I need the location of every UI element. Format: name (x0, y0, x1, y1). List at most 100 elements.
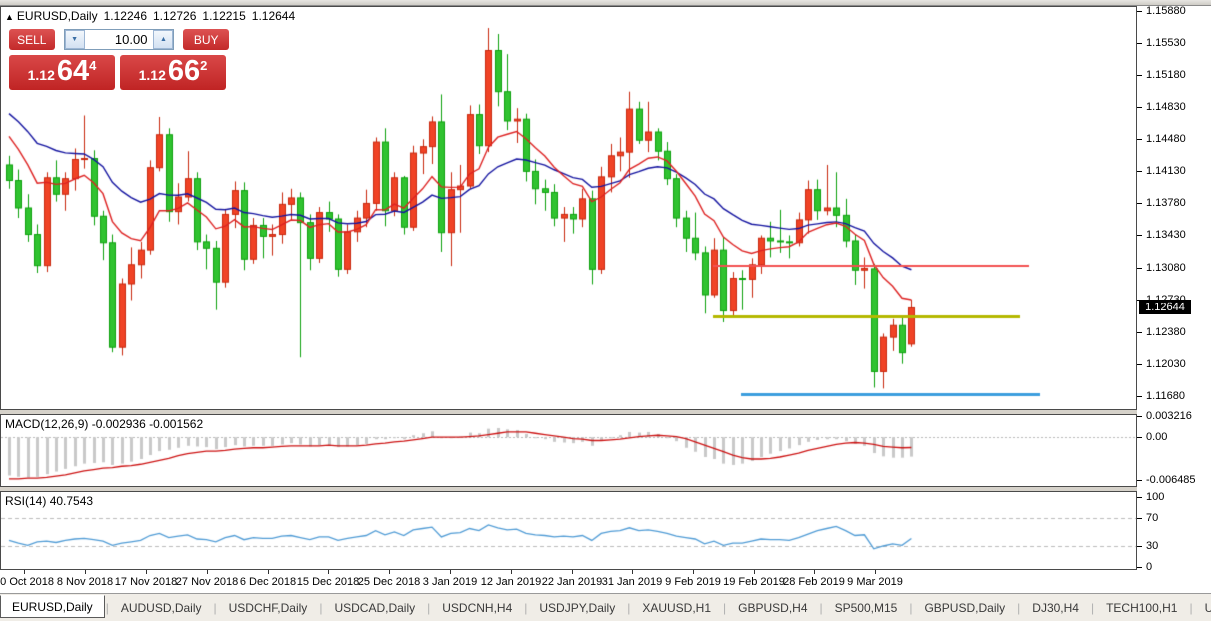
rsi-tick-label: 0 (1137, 561, 1152, 573)
date-tick-mark (207, 570, 208, 574)
date-label: 17 Nov 2018 (115, 576, 177, 588)
ohlc-close: 1.12644 (252, 9, 295, 23)
date-label: 19 Feb 2019 (723, 576, 785, 588)
tab-usdcnh-h4[interactable]: USDCNH,H4 (431, 598, 523, 618)
price-tick-label: 1.13080 (1137, 262, 1186, 274)
rsi-label: RSI(14) 40.7543 (5, 494, 93, 508)
date-tick-mark (511, 570, 512, 574)
price-axis[interactable]: 1.12644 1.158801.155301.151801.148301.14… (1137, 6, 1211, 593)
date-label: 3 Jan 2019 (423, 576, 477, 588)
buy-price-button[interactable]: 1.12 66 2 (120, 55, 226, 90)
tab-sp500-m15[interactable]: SP500,M15 (824, 598, 909, 618)
rsi-tick-label: 100 (1137, 491, 1164, 503)
date-label: 27 Nov 2018 (176, 576, 238, 588)
date-tick-mark (632, 570, 633, 574)
date-tick-mark (146, 570, 147, 574)
trading-terminal: ▲EURUSD,Daily1.122461.127261.122151.1264… (0, 0, 1211, 621)
tab-usdjpy-daily[interactable]: USDJPY,Daily (528, 598, 626, 618)
date-tick-mark (85, 570, 86, 574)
tab-usdchf-daily[interactable]: USDCHF,Daily (218, 598, 319, 618)
rsi-value: 40.7543 (50, 494, 93, 508)
chart-tab-bar: EURUSD,Daily|AUDUSD,Daily|USDCHF,Daily|U… (0, 593, 1211, 621)
ohlc-open: 1.12246 (104, 9, 147, 23)
tab-audusd-daily[interactable]: AUDUSD,Daily (110, 598, 213, 618)
volume-decrease-icon[interactable]: ▼ (65, 30, 85, 49)
date-tick-mark (693, 570, 694, 574)
tab-tech100-h1[interactable]: TECH100,H1 (1095, 598, 1188, 618)
tab-gbpusd-daily[interactable]: GBPUSD,Daily (913, 598, 1016, 618)
sell-button[interactable]: SELL (9, 29, 55, 50)
macd-name: MACD(12,26,9) (5, 417, 88, 431)
price-tick-label: 1.14130 (1137, 165, 1186, 177)
chart-symbol-period: EURUSD,Daily (17, 9, 98, 23)
date-label: 22 Jan 2019 (542, 576, 603, 588)
macd-indicator-pane[interactable]: MACD(12,26,9) -0.002936 -0.001562 (0, 414, 1137, 487)
rsi-indicator-pane[interactable]: RSI(14) 40.7543 (0, 491, 1137, 570)
price-tick-label: 1.14830 (1137, 101, 1186, 113)
buy-price-sup: 2 (200, 58, 207, 73)
price-tick-label: 1.12730 (1137, 294, 1186, 306)
price-tick-label: 1.12030 (1137, 358, 1186, 370)
date-tick-mark (268, 570, 269, 574)
volume-value[interactable]: 10.00 (85, 30, 154, 49)
macd-main-value: -0.002936 (92, 417, 146, 431)
tab-ukc[interactable]: UKC (1194, 598, 1211, 618)
collapse-arrow-icon[interactable]: ▲ (5, 12, 14, 22)
buy-price-prefix: 1.12 (139, 67, 166, 83)
date-tick-mark (814, 570, 815, 574)
price-tick-label: 1.15880 (1137, 5, 1186, 17)
price-tick-label: 1.15530 (1137, 37, 1186, 49)
date-label: 6 Dec 2018 (240, 576, 296, 588)
sell-price-prefix: 1.12 (28, 67, 55, 83)
ohlc-high: 1.12726 (153, 9, 196, 23)
date-label: 28 Feb 2019 (783, 576, 845, 588)
price-tick-label: 1.15180 (1137, 69, 1186, 81)
macd-tick-label: 0.003216 (1137, 410, 1192, 422)
tab-eurusd-daily[interactable]: EURUSD,Daily (0, 595, 105, 618)
date-label: 9 Feb 2019 (665, 576, 721, 588)
sell-price-button[interactable]: 1.12 64 4 (9, 55, 115, 90)
ohlc-low: 1.12215 (202, 9, 245, 23)
chart-ohlc-header: ▲EURUSD,Daily 1.12246 1.12726 1.12215 1.1264… (5, 9, 295, 23)
buy-button[interactable]: BUY (183, 29, 229, 50)
tab-usdcad-daily[interactable]: USDCAD,Daily (323, 598, 426, 618)
price-tick-label: 1.11680 (1137, 390, 1185, 402)
volume-stepper[interactable]: ▼ 10.00 ▲ (64, 29, 175, 50)
macd-tick-label: 0.00 (1137, 431, 1167, 443)
date-tick-mark (328, 570, 329, 574)
price-tick-label: 1.13430 (1137, 229, 1186, 241)
date-tick-mark (450, 570, 451, 574)
date-label: 12 Jan 2019 (481, 576, 542, 588)
date-label: 9 Mar 2019 (847, 576, 903, 588)
date-tick-mark (389, 570, 390, 574)
date-label: 30 Oct 2018 (0, 576, 54, 588)
rsi-tick-label: 70 (1137, 512, 1158, 524)
price-tick-label: 1.13780 (1137, 197, 1186, 209)
date-axis[interactable]: 30 Oct 20188 Nov 201817 Nov 201827 Nov 2… (0, 570, 1137, 593)
date-label: 25 Dec 2018 (358, 576, 420, 588)
price-tick-label: 1.12380 (1137, 326, 1186, 338)
date-label: 8 Nov 2018 (57, 576, 113, 588)
macd-tick-label: -0.006485 (1137, 474, 1196, 486)
date-tick-mark (572, 570, 573, 574)
volume-increase-icon[interactable]: ▲ (153, 30, 173, 49)
macd-label: MACD(12,26,9) -0.002936 -0.001562 (5, 417, 203, 431)
buy-price-big: 66 (168, 55, 200, 88)
date-label: 31 Jan 2019 (602, 576, 663, 588)
rsi-name: RSI(14) (5, 494, 46, 508)
rsi-tick-label: 30 (1137, 540, 1158, 552)
sell-price-sup: 4 (89, 58, 96, 73)
main-chart-pane[interactable]: ▲EURUSD,Daily1.122461.127261.122151.1264… (0, 6, 1137, 410)
date-label: 15 Dec 2018 (297, 576, 359, 588)
tab-xauusd-h1[interactable]: XAUUSD,H1 (631, 598, 722, 618)
price-tick-label: 1.14480 (1137, 133, 1186, 145)
macd-signal-value: -0.001562 (149, 417, 203, 431)
date-tick-mark (754, 570, 755, 574)
tab-gbpusd-h4[interactable]: GBPUSD,H4 (727, 598, 818, 618)
date-tick-mark (875, 570, 876, 574)
sell-price-big: 64 (57, 55, 89, 88)
date-tick-mark (24, 570, 25, 574)
rsi-canvas[interactable] (1, 492, 1136, 569)
one-click-trading-widget: SELL ▼ 10.00 ▲ BUY 1.12 64 4 1.12 66 2 (9, 29, 229, 90)
tab-dj30-h4[interactable]: DJ30,H4 (1021, 598, 1090, 618)
